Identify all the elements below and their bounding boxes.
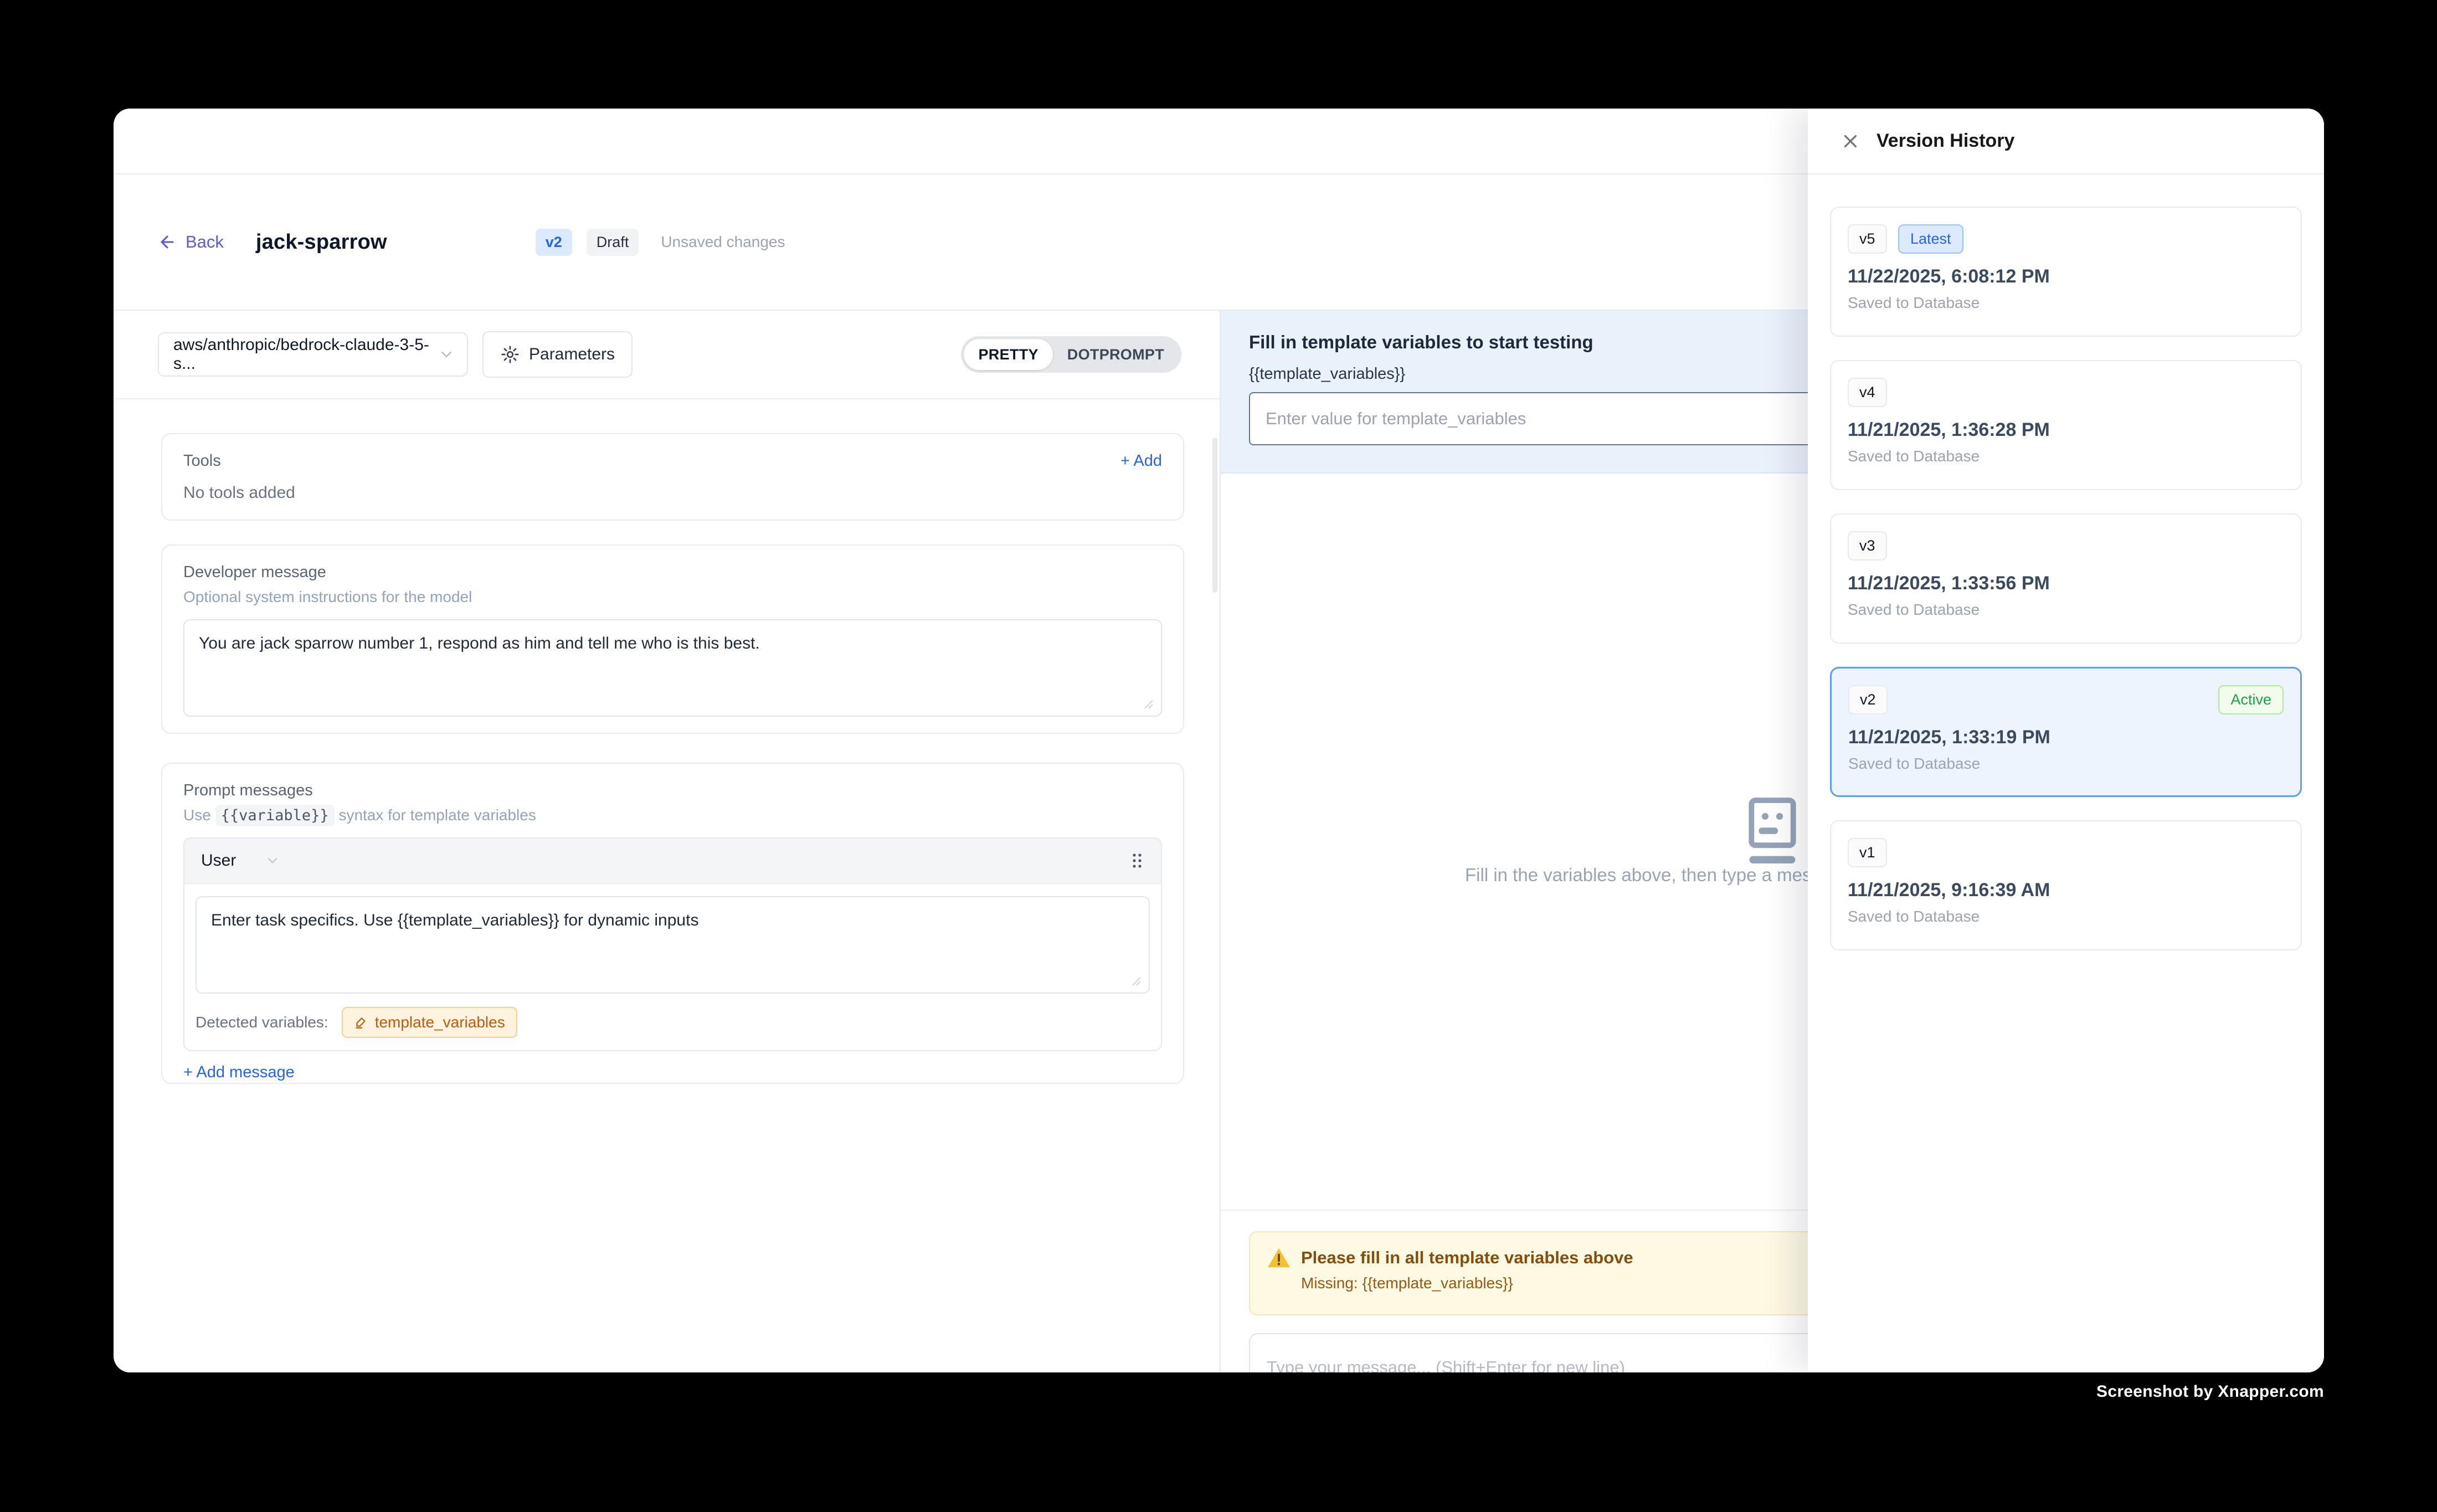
version-item-v1[interactable]: v1 11/21/2025, 9:16:39 AM Saved to Datab… bbox=[1830, 820, 2302, 950]
developer-message-textarea[interactable]: You are jack sparrow number 1, respond a… bbox=[183, 619, 1162, 717]
version-status: Saved to Database bbox=[1848, 448, 2284, 465]
parameters-button[interactable]: Parameters bbox=[482, 331, 633, 378]
tools-empty-text: No tools added bbox=[183, 484, 1162, 502]
close-icon[interactable] bbox=[1840, 131, 1861, 152]
tools-card: Tools + Add No tools added bbox=[161, 433, 1184, 521]
detected-variables-label: Detected variables: bbox=[196, 1014, 328, 1031]
model-select-value: aws/anthropic/bedrock-claude-3-5-s... bbox=[173, 336, 438, 373]
user-message-textarea[interactable]: Enter task specifics. Use {{template_var… bbox=[196, 896, 1150, 994]
version-date: 11/21/2025, 1:36:28 PM bbox=[1848, 419, 2284, 441]
version-number-badge: v5 bbox=[1848, 224, 1887, 254]
version-number-badge: v4 bbox=[1848, 378, 1887, 407]
empty-state-text: Fill in the variables above, then type a… bbox=[1465, 865, 1851, 886]
developer-message-label: Developer message bbox=[183, 563, 1162, 582]
page-title: jack-sparrow bbox=[256, 230, 387, 254]
active-badge: Active bbox=[2218, 685, 2284, 714]
gear-icon bbox=[500, 344, 520, 364]
model-select[interactable]: aws/anthropic/bedrock-claude-3-5-s... bbox=[158, 332, 468, 377]
bot-face-icon bbox=[1740, 794, 1804, 871]
version-item-v3[interactable]: v3 11/21/2025, 1:33:56 PM Saved to Datab… bbox=[1830, 513, 2302, 644]
developer-message-hint: Optional system instructions for the mod… bbox=[183, 588, 1162, 606]
resize-grip-icon[interactable] bbox=[1142, 698, 1154, 710]
version-item-v5[interactable]: v5 Latest 11/22/2025, 6:08:12 PM Saved t… bbox=[1830, 207, 2302, 337]
toggle-dotprompt[interactable]: DOTPROMPT bbox=[1053, 339, 1179, 370]
resize-grip-icon[interactable] bbox=[1130, 975, 1142, 987]
message-block: User Ent bbox=[183, 837, 1162, 1051]
version-badge: v2 bbox=[536, 229, 572, 256]
version-item-v2-active[interactable]: v2 Active 11/21/2025, 1:33:19 PM Saved t… bbox=[1830, 667, 2302, 797]
draft-status-badge: Draft bbox=[587, 229, 639, 256]
variable-syntax-chip: {{variable}} bbox=[215, 805, 335, 826]
app-window: Back jack-sparrow v2 Draft Unsaved chang… bbox=[114, 109, 2324, 1372]
version-number-badge: v2 bbox=[1848, 685, 1888, 714]
version-item-v4[interactable]: v4 11/21/2025, 1:36:28 PM Saved to Datab… bbox=[1830, 360, 2302, 490]
triangle-alert-icon bbox=[1267, 1247, 1291, 1269]
version-date: 11/21/2025, 9:16:39 AM bbox=[1848, 880, 2284, 901]
model-toolbar: aws/anthropic/bedrock-claude-3-5-s... Pa… bbox=[114, 311, 1220, 399]
version-number-badge: v3 bbox=[1848, 531, 1887, 560]
message-header: User bbox=[184, 839, 1161, 884]
format-toggle: PRETTY DOTPROMPT bbox=[961, 336, 1181, 373]
detected-variables-row: Detected variables: template_variables bbox=[184, 1001, 1161, 1050]
prompt-messages-label: Prompt messages bbox=[183, 781, 1162, 800]
back-label: Back bbox=[186, 232, 224, 252]
xnapper-watermark: Screenshot by Xnapper.com bbox=[2096, 1382, 2324, 1401]
prompt-messages-hint: Use {{variable}} syntax for template var… bbox=[183, 806, 1162, 824]
version-list: v5 Latest 11/22/2025, 6:08:12 PM Saved t… bbox=[1808, 174, 2324, 950]
arrow-left-icon bbox=[158, 233, 177, 251]
add-tool-button[interactable]: + Add bbox=[1120, 452, 1162, 470]
warning-title: Please fill in all template variables ab… bbox=[1301, 1248, 1633, 1268]
version-status: Saved to Database bbox=[1848, 601, 2284, 619]
version-date: 11/22/2025, 6:08:12 PM bbox=[1848, 266, 2284, 287]
version-date: 11/21/2025, 1:33:56 PM bbox=[1848, 573, 2284, 594]
template-variable-chip[interactable]: template_variables bbox=[342, 1007, 517, 1038]
back-button[interactable]: Back bbox=[158, 232, 224, 252]
version-number-badge: v1 bbox=[1848, 838, 1887, 867]
version-date: 11/21/2025, 1:33:19 PM bbox=[1848, 727, 2284, 748]
drag-handle-icon[interactable] bbox=[1130, 851, 1144, 870]
role-select[interactable]: User bbox=[201, 851, 236, 870]
prompt-editor-panel: aws/anthropic/bedrock-claude-3-5-s... Pa… bbox=[114, 311, 1221, 1372]
prompt-messages-card: Prompt messages Use {{variable}} syntax … bbox=[161, 763, 1184, 1084]
add-message-button[interactable]: + Add message bbox=[183, 1063, 295, 1082]
developer-message-card: Developer message Optional system instru… bbox=[161, 544, 1184, 734]
version-history-header: Version History bbox=[1808, 109, 2324, 174]
toggle-pretty[interactable]: PRETTY bbox=[964, 339, 1052, 370]
version-history-panel: Version History v5 Latest 11/22/2025, 6:… bbox=[1808, 109, 2324, 1372]
chevron-down-icon[interactable] bbox=[265, 853, 280, 868]
unsaved-changes-text: Unsaved changes bbox=[661, 233, 785, 251]
version-status: Saved to Database bbox=[1848, 755, 2284, 773]
editor-scrollbar[interactable] bbox=[1212, 438, 1217, 593]
tools-label: Tools bbox=[183, 452, 221, 470]
parameters-label: Parameters bbox=[529, 345, 615, 364]
chevron-down-icon bbox=[438, 346, 455, 363]
version-status: Saved to Database bbox=[1848, 294, 2284, 312]
version-status: Saved to Database bbox=[1848, 908, 2284, 925]
version-history-title: Version History bbox=[1876, 130, 2014, 152]
pen-line-icon bbox=[354, 1015, 368, 1030]
latest-badge: Latest bbox=[1898, 224, 1963, 254]
